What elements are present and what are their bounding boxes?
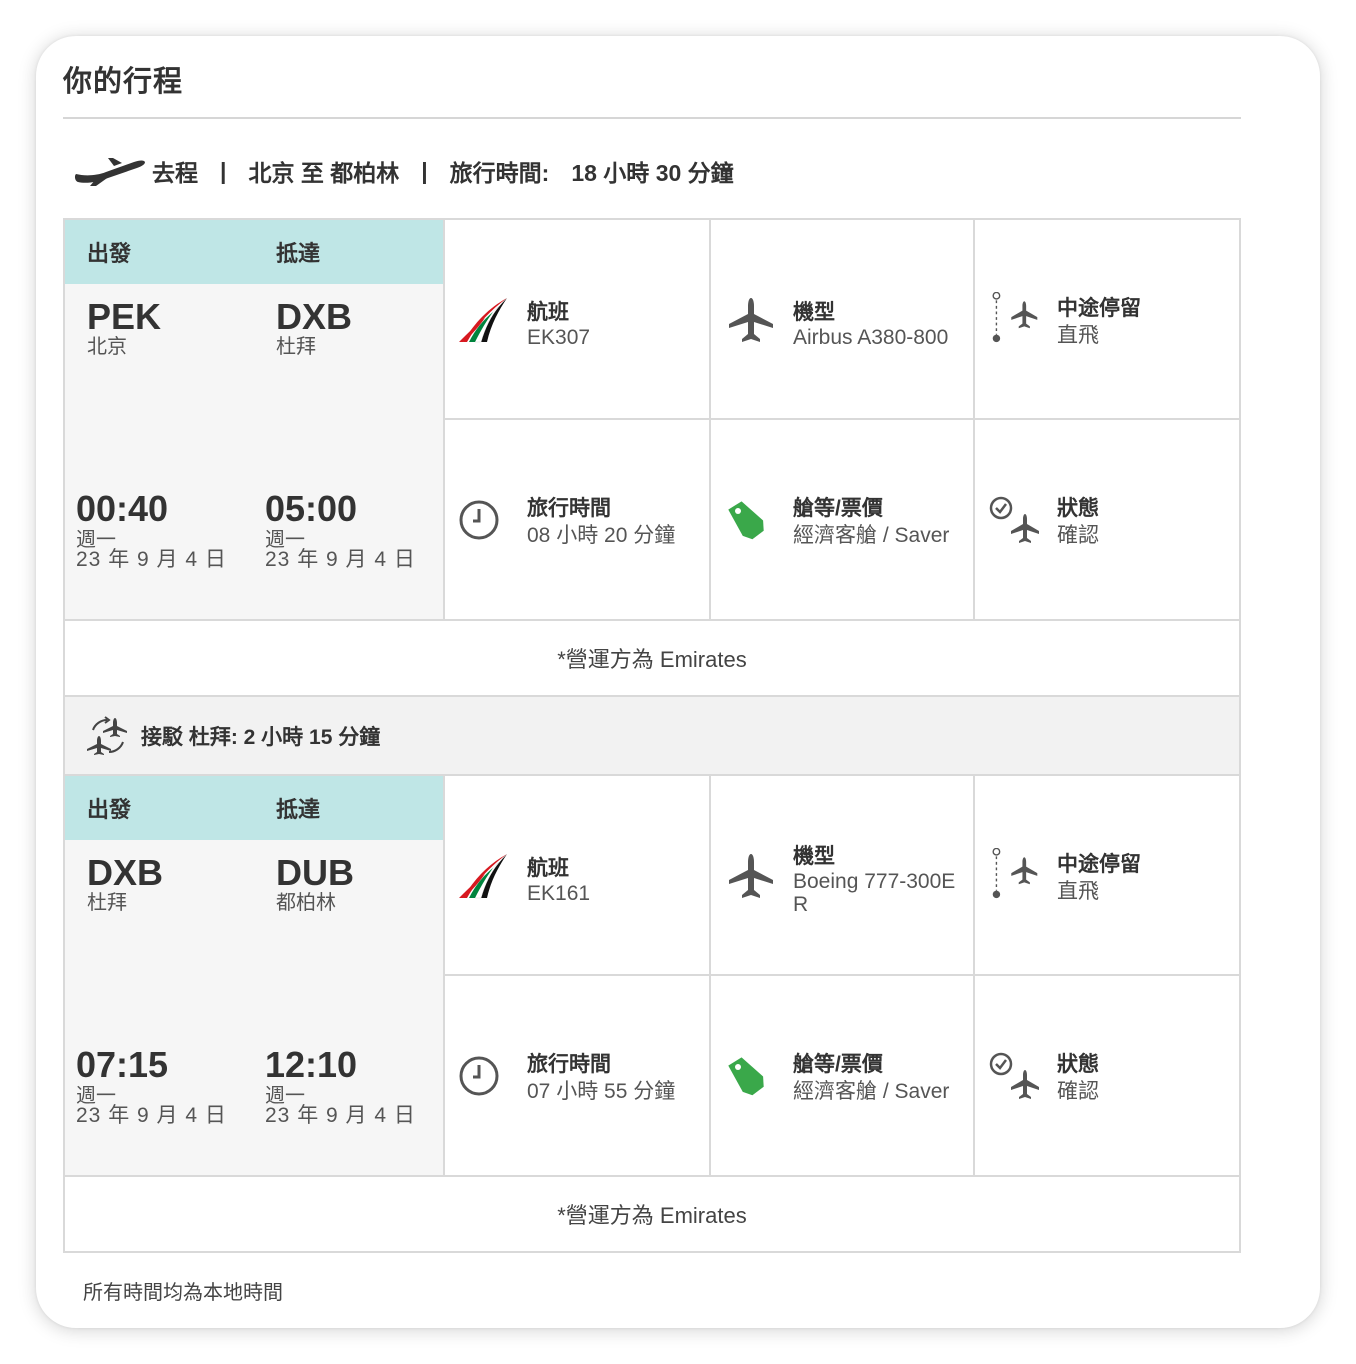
connecting-flight-icon <box>87 716 127 755</box>
aircraft-label: 機型 <box>793 301 835 324</box>
departing-plane-icon <box>74 158 145 186</box>
duration-label: 旅行時間 <box>527 497 611 520</box>
departure-city: 杜拜 <box>87 892 127 914</box>
stops-value: 直飛 <box>1057 880 1099 903</box>
status-value: 確認 <box>1057 524 1099 547</box>
status-cell: 狀態 確認 <box>975 420 1241 620</box>
fare-value: 經濟客艙 / Saver <box>793 524 950 547</box>
clock-icon <box>459 1056 499 1096</box>
aircraft-cell: 機型 Airbus A380-800 <box>711 220 975 420</box>
route-stops-icon <box>992 848 1038 899</box>
price-tag-icon <box>728 501 764 540</box>
arrival-header: 抵達 <box>254 776 443 840</box>
status-cell: 狀態 確認 <box>975 976 1241 1176</box>
aircraft-cell: 機型 Boeing 777-300ER <box>711 776 975 976</box>
operated-by-note: *營運方為 Emirates <box>63 621 1241 697</box>
departure-city: 北京 <box>87 336 127 358</box>
status-label: 狀態 <box>1057 497 1099 520</box>
stops-value: 直飛 <box>1057 324 1099 347</box>
flight-number-cell: 航班 EK161 <box>445 776 711 976</box>
flight-label: 航班 <box>527 857 569 880</box>
title-divider <box>63 117 1241 119</box>
arrival-column: 抵達 DXB 杜拜 05:00 週一 23 年 9 月 4 日 <box>254 220 445 619</box>
local-time-footnote: 所有時間均為本地時間 <box>83 1282 283 1304</box>
trip-summary: 去程 | 北京 至 都柏林 | 旅行時間: 18 小時 30 分鐘 <box>74 150 734 192</box>
confirmed-status-icon <box>989 496 1039 543</box>
fare-cell: 艙等/票價 經濟客艙 / Saver <box>711 976 975 1176</box>
flight-number: EK307 <box>527 326 591 349</box>
departure-column: 出發 PEK 北京 00:40 週一 23 年 9 月 4 日 <box>65 220 256 619</box>
status-label: 狀態 <box>1057 1053 1099 1076</box>
duration-cell: 旅行時間 08 小時 20 分鐘 <box>445 420 711 620</box>
departure-header: 出發 <box>65 776 254 840</box>
arrival-column: 抵達 DUB 都柏林 12:10 週一 23 年 9 月 4 日 <box>254 776 445 1175</box>
duration-label: 旅行時間 <box>527 1053 611 1076</box>
confirmed-status-icon <box>989 1052 1039 1099</box>
duration-value: 07 小時 55 分鐘 <box>527 1080 676 1103</box>
price-tag-icon <box>728 1057 764 1096</box>
operated-by-note: *營運方為 Emirates <box>63 1177 1241 1253</box>
duration-value: 08 小時 20 分鐘 <box>527 524 676 547</box>
flight-segment-2: 出發 DXB 杜拜 07:15 週一 23 年 9 月 4 日 抵達 DUB 都… <box>63 774 1241 1253</box>
route-stops-icon <box>992 292 1038 343</box>
page-title: 你的行程 <box>63 66 184 98</box>
fare-label: 艙等/票價 <box>793 1053 883 1076</box>
summary-route: 北京 至 都柏林 <box>248 160 400 186</box>
airplane-icon <box>729 298 773 342</box>
arrival-date: 23 年 9 月 4 日 <box>265 1104 416 1127</box>
fare-cell: 艙等/票價 經濟客艙 / Saver <box>711 420 975 620</box>
stops-cell: 中途停留 直飛 <box>975 776 1241 976</box>
arrival-date: 23 年 9 月 4 日 <box>265 548 416 571</box>
connection-banner: 接駁 杜拜: 2 小時 15 分鐘 <box>63 697 1241 775</box>
airplane-icon <box>729 854 773 898</box>
summary-duration: 18 小時 30 分鐘 <box>571 160 734 186</box>
departure-column: 出發 DXB 杜拜 07:15 週一 23 年 9 月 4 日 <box>65 776 256 1175</box>
fare-label: 艙等/票價 <box>793 497 883 520</box>
connection-text: 接駁 杜拜: 2 小時 15 分鐘 <box>141 726 381 749</box>
departure-date: 23 年 9 月 4 日 <box>76 1104 227 1127</box>
stops-label: 中途停留 <box>1057 853 1141 876</box>
segment-grid: 出發 PEK 北京 00:40 週一 23 年 9 月 4 日 抵達 DXB 杜… <box>63 218 1241 621</box>
arrival-city: 都柏林 <box>276 892 336 914</box>
stops-label: 中途停留 <box>1057 297 1141 320</box>
aircraft-type: Airbus A380-800 <box>793 326 949 349</box>
emirates-logo-icon <box>459 298 507 343</box>
duration-cell: 旅行時間 07 小時 55 分鐘 <box>445 976 711 1176</box>
fare-value: 經濟客艙 / Saver <box>793 1080 950 1103</box>
flight-segment-1: 出發 PEK 北京 00:40 週一 23 年 9 月 4 日 抵達 DXB 杜… <box>63 218 1241 697</box>
arrival-header: 抵達 <box>254 220 443 284</box>
summary-separator: | <box>220 157 227 184</box>
departure-date: 23 年 9 月 4 日 <box>76 548 227 571</box>
flight-number-cell: 航班 EK307 <box>445 220 711 420</box>
summary-separator: | <box>421 157 428 184</box>
stops-cell: 中途停留 直飛 <box>975 220 1241 420</box>
summary-duration-label: 旅行時間: <box>449 160 550 186</box>
segment-grid: 出發 DXB 杜拜 07:15 週一 23 年 9 月 4 日 抵達 DUB 都… <box>63 774 1241 1177</box>
arrival-city: 杜拜 <box>276 336 316 358</box>
status-value: 確認 <box>1057 1080 1099 1103</box>
flight-info-grid: 航班 EK161 機型 Boeing 777-300ER 中途停留 直飛 旅行時… <box>445 776 1241 1176</box>
flight-label: 航班 <box>527 301 569 324</box>
aircraft-label: 機型 <box>793 845 835 868</box>
departure-header: 出發 <box>65 220 254 284</box>
aircraft-type: Boeing 777-300ER <box>793 870 956 916</box>
emirates-logo-icon <box>459 854 507 899</box>
clock-icon <box>459 500 499 540</box>
flight-info-grid: 航班 EK307 機型 Airbus A380-800 中途停留 直飛 旅行時間… <box>445 220 1241 620</box>
summary-direction: 去程 <box>152 160 198 186</box>
flight-number: EK161 <box>527 882 591 905</box>
